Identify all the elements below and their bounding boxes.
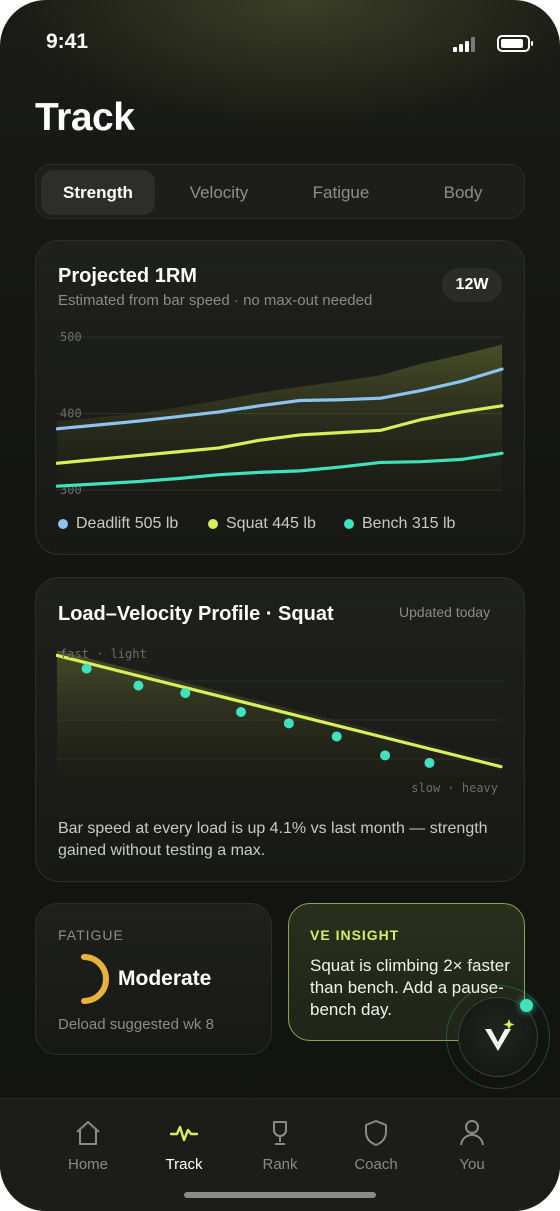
range-pill[interactable]: 12W	[442, 268, 502, 302]
tab-body[interactable]: Body	[406, 170, 520, 215]
legend-label: Bench 315 lb	[362, 515, 456, 532]
home-icon	[76, 1121, 100, 1145]
nav-label: Coach	[354, 1156, 398, 1173]
fatigue-gauge-icon	[81, 954, 109, 1004]
axis-label-fast-light: fast · light	[60, 647, 147, 661]
y-tick-label: 500	[60, 330, 82, 344]
legend-label: Squat 445 lb	[226, 515, 316, 532]
updated-label: Updated today	[399, 604, 491, 620]
signal-icon	[453, 36, 481, 52]
fatigue-label: FATIGUE	[58, 927, 124, 943]
phone-screen: 9:41 Track Strength Velocity Fatigue Bod…	[0, 0, 560, 1211]
data-point	[236, 707, 247, 717]
page-title: Track	[35, 96, 135, 139]
data-point	[380, 750, 391, 761]
fatigue-note: Deload suggested wk 8	[58, 1016, 214, 1033]
nav-label: Track	[165, 1156, 203, 1173]
nav-label: You	[459, 1156, 485, 1173]
projected-subtitle: Estimated from bar speed · no max-out ne…	[58, 292, 373, 309]
axis-label-slow-heavy: slow · heavy	[411, 781, 498, 795]
legend-dot	[208, 519, 218, 529]
trophy-icon	[273, 1121, 287, 1145]
profile-area	[57, 650, 501, 778]
data-point	[283, 718, 294, 729]
legend-squat: Squat 445 lb	[208, 515, 316, 533]
data-point	[133, 680, 144, 691]
nav-you[interactable]: You	[432, 1118, 512, 1173]
nav-label: Rank	[262, 1156, 298, 1173]
nav-coach[interactable]: Coach	[336, 1118, 416, 1173]
home-indicator	[184, 1192, 376, 1198]
status-time: 9:41	[46, 30, 89, 53]
tab-strength[interactable]: Strength	[41, 170, 155, 215]
data-point	[180, 688, 191, 699]
legend-dot	[344, 519, 354, 529]
projected-title: Projected 1RM	[58, 265, 197, 287]
legend-label: Deadlift 505 lb	[76, 515, 179, 532]
pulse-icon	[169, 1125, 199, 1142]
nav-rank[interactable]: Rank	[240, 1118, 320, 1173]
user-icon	[460, 1120, 484, 1146]
load-velocity-chart: fast · light slow · heavy	[56, 647, 503, 795]
data-point	[331, 731, 342, 742]
legend-dot	[58, 519, 68, 529]
data-point	[424, 757, 435, 768]
fatigue-value: Moderate	[118, 967, 212, 990]
nav-track[interactable]: Track	[144, 1118, 224, 1173]
tab-fatigue[interactable]: Fatigue	[284, 170, 398, 215]
legend-bench: Bench 315 lb	[344, 515, 455, 533]
shield-icon	[365, 1120, 387, 1146]
nav-label: Home	[67, 1156, 108, 1173]
lv-title: Load–Velocity Profile · Squat	[58, 603, 334, 625]
notification-dot	[520, 999, 533, 1012]
y-tick-label: 400	[60, 407, 82, 421]
ve-logo-icon	[485, 1019, 515, 1051]
battery-icon	[497, 35, 533, 52]
nav-home[interactable]: Home	[48, 1118, 128, 1173]
segment-tabs: Strength Velocity Fatigue Body	[35, 164, 525, 219]
tab-velocity[interactable]: Velocity	[162, 170, 276, 215]
lv-note: Bar speed at every load is up 4.1% vs la…	[58, 820, 488, 859]
data-point	[81, 663, 92, 674]
legend-deadlift: Deadlift 505 lb	[58, 515, 178, 533]
projected-1rm-chart: 500400300	[56, 330, 504, 497]
insight-label: VE INSIGHT	[310, 927, 400, 943]
